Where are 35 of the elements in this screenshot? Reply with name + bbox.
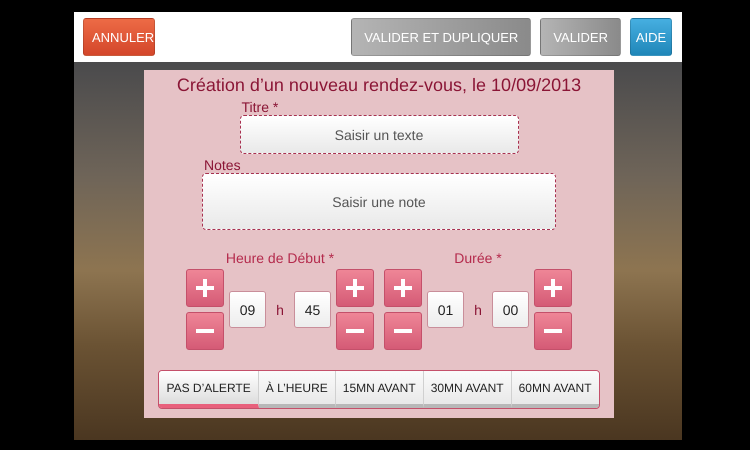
increment-button[interactable] (186, 269, 224, 307)
decrement-button[interactable] (186, 312, 224, 350)
increment-button[interactable] (384, 269, 422, 307)
minus-icon (394, 329, 412, 333)
cancel-button[interactable]: ANNULER (83, 18, 155, 56)
unit-label: h (473, 302, 483, 318)
decrement-button[interactable] (336, 312, 374, 350)
dialog-title: Création d’un nouveau rendez-vous, le 10/09/2013 (176, 75, 582, 96)
plus-icon (544, 279, 562, 297)
minutes-field[interactable]: 00 (492, 291, 529, 328)
hours-field[interactable]: 01 (427, 291, 464, 328)
plus-icon (394, 279, 412, 297)
field-label: Notes (203, 157, 242, 173)
increment-button[interactable] (534, 269, 572, 307)
alert-option[interactable]: 30MN AVANT (424, 371, 512, 408)
text-field[interactable]: Saisir un texte (240, 115, 518, 154)
field-label: Titre * (240, 99, 280, 115)
minutes-field[interactable]: 45 (294, 291, 331, 328)
unit-label: h (275, 302, 285, 318)
alert-option[interactable]: 60MN AVANT (512, 371, 599, 408)
alert-option[interactable]: PAS D’ALERTE (159, 371, 259, 408)
minus-icon (196, 329, 214, 333)
hours-field[interactable]: 09 (229, 291, 266, 328)
plus-icon (196, 279, 214, 297)
minus-icon (346, 329, 364, 333)
minus-icon (544, 329, 562, 333)
text-field[interactable]: Saisir une note (202, 173, 556, 230)
plus-icon (346, 279, 364, 297)
time-label: Durée * (454, 250, 502, 266)
alert-option[interactable]: 15MN AVANT (336, 371, 424, 408)
alert-option[interactable]: À L’HEURE (258, 371, 336, 408)
decrement-button[interactable] (384, 312, 422, 350)
time-label: Heure de Début * (226, 250, 334, 266)
increment-button[interactable] (336, 269, 374, 307)
decrement-button[interactable] (534, 312, 572, 350)
